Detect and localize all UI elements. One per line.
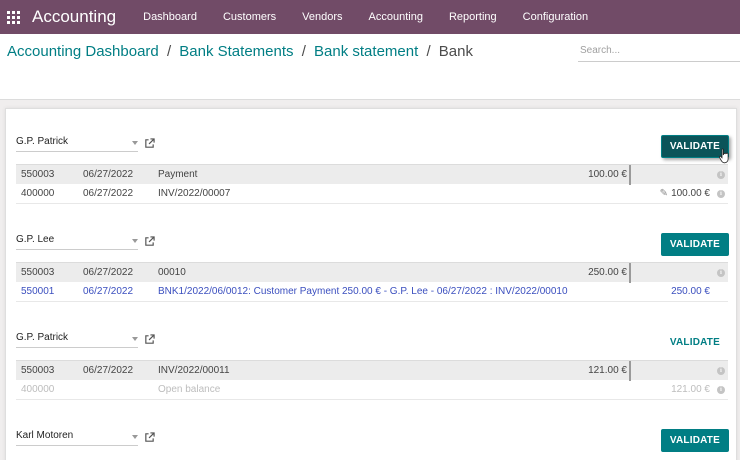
chevron-down-icon[interactable] [132,435,138,439]
breadcrumb-bank-statements[interactable]: Bank Statements [179,43,293,60]
pencil-icon[interactable]: ✎ [660,184,668,204]
column-divider [629,165,631,185]
breadcrumb-separator: / [426,43,431,60]
statement-line[interactable]: 550003 06/27/2022 00010 250.00 € i [16,262,728,283]
partner-name: G.P. Patrick [16,332,69,343]
line-account: 550001 [21,286,55,297]
menu-configuration[interactable]: Configuration [510,0,601,34]
breadcrumb-current: Bank [438,43,473,60]
breadcrumb-separator: / [166,43,172,60]
external-link-icon[interactable] [144,432,155,443]
line-label: Payment [158,169,198,180]
line-amount: 250.00 € [588,267,627,278]
top-navbar: Accounting Dashboard Customers Vendors A… [0,0,740,34]
line-date: 06/27/2022 [83,188,134,199]
validate-button[interactable]: VALIDATE [660,429,729,452]
hand-cursor-icon [719,148,729,164]
column-divider [629,361,631,381]
statement-line[interactable]: 550003 06/27/2022 INV/2022/00011 121.00 … [16,360,728,381]
info-icon[interactable]: i [717,269,725,277]
search-input[interactable] [578,40,740,62]
line-date: 06/27/2022 [83,286,134,297]
breadcrumb: Accounting Dashboard / Bank Statements /… [7,43,473,60]
breadcrumb-bank-statement[interactable]: Bank statement [314,43,418,60]
breadcrumb-accounting-dashboard[interactable]: Accounting Dashboard [7,43,159,60]
menu-customers[interactable]: Customers [210,0,289,34]
apps-menu-icon[interactable] [7,10,20,24]
partner-select[interactable]: G.P. Patrick [16,136,138,152]
statement-line[interactable]: 550003 06/27/2022 Payment 100.00 € i [16,164,728,185]
external-link-icon[interactable] [144,236,155,247]
info-icon[interactable]: i [717,386,725,394]
menu-reporting[interactable]: Reporting [436,0,510,34]
partner-select[interactable]: G.P. Lee [16,234,138,250]
reconciliation-sheet: G.P. Patrick VALIDATE 550003 06/27/2022 … [5,108,737,460]
line-amount: 100.00 € [671,188,710,199]
partner-select[interactable]: G.P. Patrick [16,332,138,348]
column-divider [629,263,631,283]
chevron-down-icon[interactable] [132,141,138,145]
external-link-icon[interactable] [144,334,155,345]
app-title[interactable]: Accounting [32,7,116,27]
line-amount: 121.00 € [588,365,627,376]
chevron-down-icon[interactable] [132,337,138,341]
line-label: BNK1/2022/06/0012: Customer Payment 250.… [158,286,568,297]
external-link-icon[interactable] [144,138,155,149]
line-account: 550003 [21,365,55,376]
partner-name: G.P. Patrick [16,136,69,147]
partner-name: Karl Motoren [16,430,74,441]
line-account: 400000 [21,188,55,199]
info-icon[interactable]: i [717,171,725,179]
line-amount: 121.00 € [671,384,710,395]
line-date: 06/27/2022 [83,267,134,278]
line-amount: 100.00 € [588,169,627,180]
line-amount: 250.00 € [671,286,710,297]
line-label: INV/2022/00007 [158,188,231,199]
breadcrumb-separator: / [301,43,306,60]
line-date: 06/27/2022 [83,365,134,376]
menu-vendors[interactable]: Vendors [289,0,355,34]
info-icon[interactable]: i [717,190,725,198]
partner-name: G.P. Lee [16,234,55,245]
line-label: INV/2022/00011 [158,365,230,376]
matched-line[interactable]: 550001 06/27/2022 BNK1/2022/06/0012: Cus… [16,282,728,302]
line-amount-right: ✎ 100.00 € [660,184,710,204]
line-label: 00010 [158,267,186,278]
info-icon[interactable]: i [717,367,725,375]
line-date: 06/27/2022 [83,169,134,180]
chevron-down-icon[interactable] [132,239,138,243]
validate-button[interactable]: VALIDATE [660,233,729,256]
menu-accounting[interactable]: Accounting [356,0,436,34]
menu-dashboard[interactable]: Dashboard [130,0,210,34]
partner-select[interactable]: Karl Motoren [16,430,138,446]
line-label: Open balance [158,384,221,395]
matched-line[interactable]: 400000 06/27/2022 INV/2022/00007 ✎ 100.00… [16,184,728,204]
open-balance-line[interactable]: 400000 Open balance 121.00 € i [16,380,728,400]
line-account: 550003 [21,169,55,180]
line-account: 550003 [21,267,55,278]
validate-button[interactable]: VALIDATE [660,331,729,354]
line-account: 400000 [21,384,55,395]
control-panel: Accounting Dashboard / Bank Statements /… [0,34,740,100]
